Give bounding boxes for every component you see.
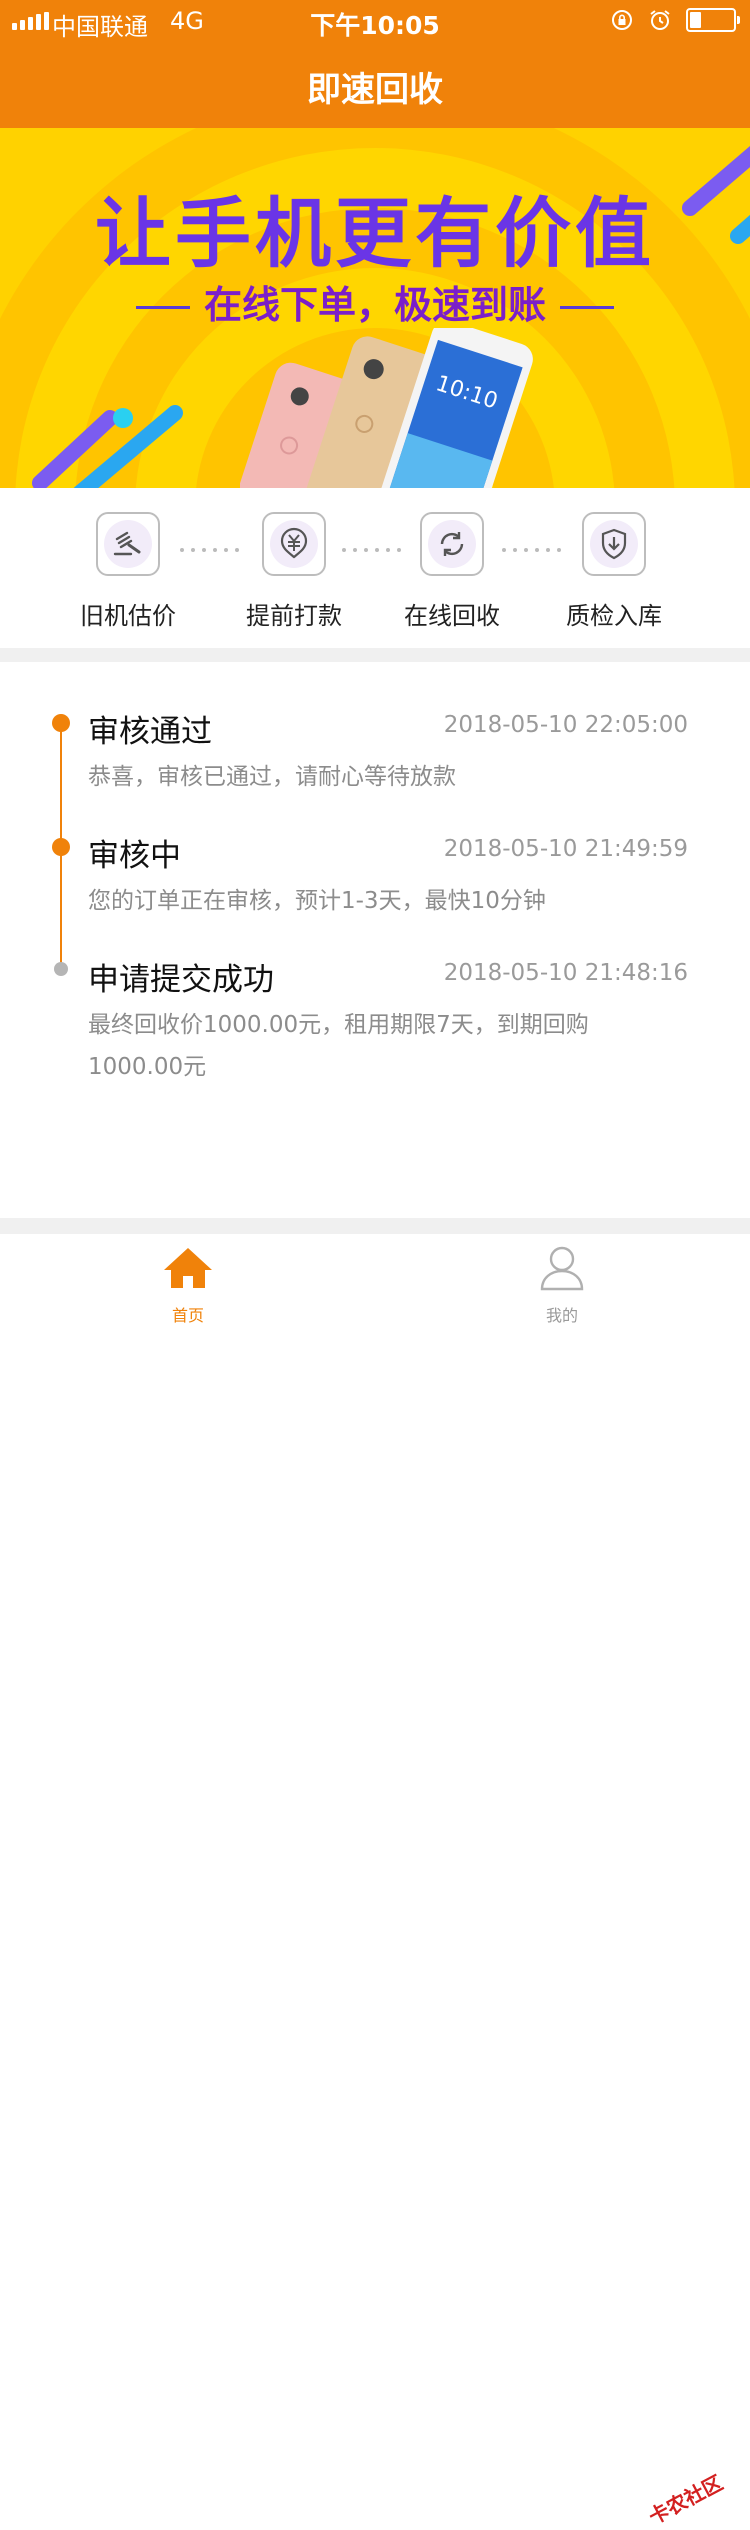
timeline-node-inactive	[54, 962, 68, 976]
yuan-icon	[280, 527, 308, 559]
event-time: 2018-05-10 22:05:00	[443, 712, 688, 738]
tab-mine-label: 我的	[545, 1306, 578, 1325]
home-icon	[164, 1248, 212, 1288]
event-title: 申请提交成功	[88, 962, 274, 998]
event-title: 审核通过	[88, 714, 212, 750]
step-quality-check[interactable]: 质检入库	[544, 512, 684, 631]
tab-mine[interactable]: 我的	[502, 1244, 622, 1326]
event-desc: 您的订单正在审核，预计1-3天，最快10分钟	[88, 888, 546, 914]
user-icon	[540, 1246, 584, 1291]
banner-headline: 让手机更有价值	[95, 189, 655, 278]
step-estimate[interactable]: 旧机估价	[58, 512, 198, 631]
watermark-logo: 卡农社区	[644, 2470, 727, 2530]
page-title: 即速回收	[307, 70, 443, 110]
step-advance-payment[interactable]: 提前打款	[224, 512, 364, 631]
alarm-icon	[650, 10, 670, 30]
event-title: 审核中	[88, 838, 181, 874]
event-desc: 最终回收价1000.00元，租用期限7天，到期回购1000.00元	[88, 1012, 589, 1080]
step-label: 质检入库	[566, 602, 662, 630]
gavel-icon	[113, 531, 141, 556]
banner-subline-text: 在线下单，极速到账	[203, 283, 546, 327]
rotation-lock-icon	[612, 10, 632, 30]
step-label: 在线回收	[404, 602, 500, 630]
section-divider	[0, 1218, 750, 1234]
promo-banner[interactable]: 让手机更有价值 在线下单，极速到账 10:10	[0, 128, 750, 488]
battery-icon	[686, 8, 740, 32]
step-online-recycle[interactable]: 在线回收	[382, 512, 522, 631]
process-steps: 旧机估价 提前打款 在线回收 质检入库	[0, 488, 750, 648]
event-desc: 恭喜，审核已通过，请耐心等待放款	[88, 764, 456, 790]
step-label: 旧机估价	[80, 602, 176, 630]
order-timeline: 审核通过 2018-05-10 22:05:00 恭喜，审核已通过，请耐心等待放…	[0, 662, 750, 1218]
recycle-icon	[440, 532, 464, 556]
banner-subline: 在线下单，极速到账	[0, 274, 750, 329]
event-time: 2018-05-10 21:48:16	[443, 960, 688, 986]
tab-home[interactable]: 首页	[128, 1244, 248, 1326]
tab-home-label: 首页	[171, 1306, 204, 1325]
phones-illustration: 10:10	[240, 328, 533, 488]
status-bar: 中国联通 4G 下午10:05	[0, 0, 750, 42]
step-label: 提前打款	[246, 602, 342, 630]
timeline-node-active	[52, 838, 70, 856]
section-divider	[0, 648, 750, 662]
tab-bar: 首页 我的 卡农社区	[0, 1234, 750, 2529]
timeline-node-active	[52, 714, 70, 732]
top-bar: 中国联通 4G 下午10:05 即速回收	[0, 0, 750, 128]
shield-download-icon	[601, 528, 627, 560]
event-time: 2018-05-10 21:49:59	[443, 836, 688, 862]
